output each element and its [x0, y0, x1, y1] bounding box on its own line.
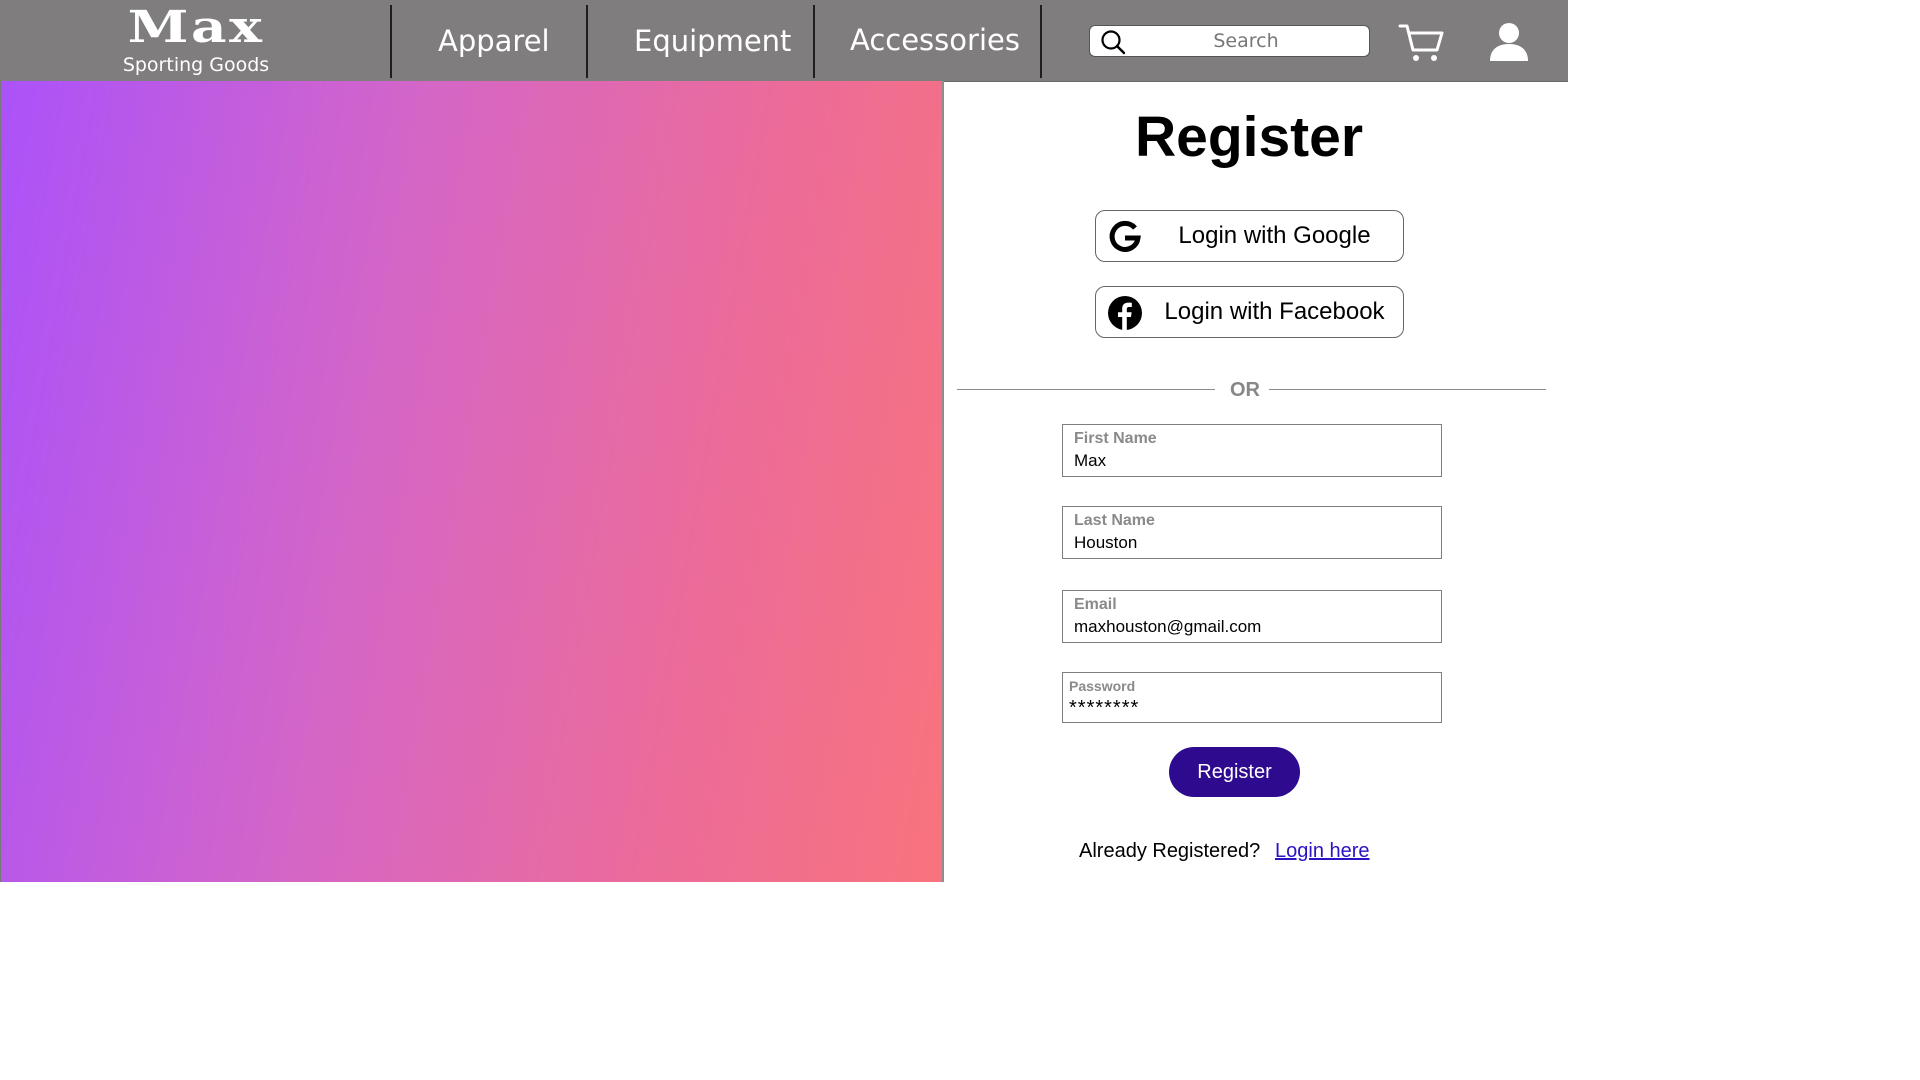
nav-item-apparel[interactable]: Apparel — [438, 18, 550, 64]
first-name-input[interactable] — [1074, 451, 1424, 471]
last-name-input[interactable] — [1074, 533, 1424, 553]
email-label: Email — [1074, 596, 1117, 613]
divider-line — [1269, 389, 1546, 390]
nav-item-accessories[interactable]: Accessories — [850, 17, 1020, 63]
hero-gradient-panel — [0, 81, 944, 882]
nav-divider — [813, 5, 815, 78]
nav-divider — [390, 5, 392, 78]
password-input[interactable] — [1069, 697, 1419, 720]
nav-item-equipment[interactable]: Equipment — [634, 18, 791, 64]
user-icon[interactable] — [1488, 22, 1530, 62]
login-here-link[interactable]: Login here — [1275, 839, 1370, 863]
search-icon[interactable] — [1100, 29, 1126, 55]
login-with-google-button[interactable]: Login with Google — [1095, 210, 1404, 262]
top-navigation-bar: Max Sporting Goods Apparel Equipment Acc… — [0, 0, 1568, 82]
cart-icon[interactable] — [1398, 22, 1444, 64]
nav-divider — [1040, 5, 1042, 78]
password-field[interactable]: Password — [1062, 672, 1442, 723]
already-registered-text: Already Registered? — [1079, 840, 1261, 862]
register-button[interactable]: Register — [1169, 747, 1300, 797]
first-name-label: First Name — [1074, 430, 1157, 447]
google-button-label: Login with Google — [1178, 222, 1371, 249]
login-with-facebook-button[interactable]: Login with Facebook — [1095, 286, 1404, 338]
email-input[interactable] — [1074, 617, 1424, 637]
divider-line — [957, 389, 1215, 390]
google-icon — [1109, 220, 1141, 252]
password-label: Password — [1069, 678, 1136, 694]
facebook-icon — [1108, 296, 1142, 330]
email-field[interactable]: Email — [1062, 590, 1442, 643]
logo-wordmark: Max — [127, 2, 265, 53]
search-input[interactable] — [1130, 26, 1362, 56]
last-name-label: Last Name — [1074, 512, 1155, 529]
nav-divider — [586, 5, 588, 78]
first-name-field[interactable]: First Name — [1062, 424, 1442, 477]
last-name-field[interactable]: Last Name — [1062, 506, 1442, 559]
facebook-button-label: Login with Facebook — [1164, 298, 1385, 325]
page-title: Register — [1134, 105, 1364, 169]
logo-tagline: Sporting Goods — [122, 54, 270, 76]
or-divider-text: OR — [1230, 379, 1260, 401]
search-box[interactable] — [1089, 25, 1370, 57]
